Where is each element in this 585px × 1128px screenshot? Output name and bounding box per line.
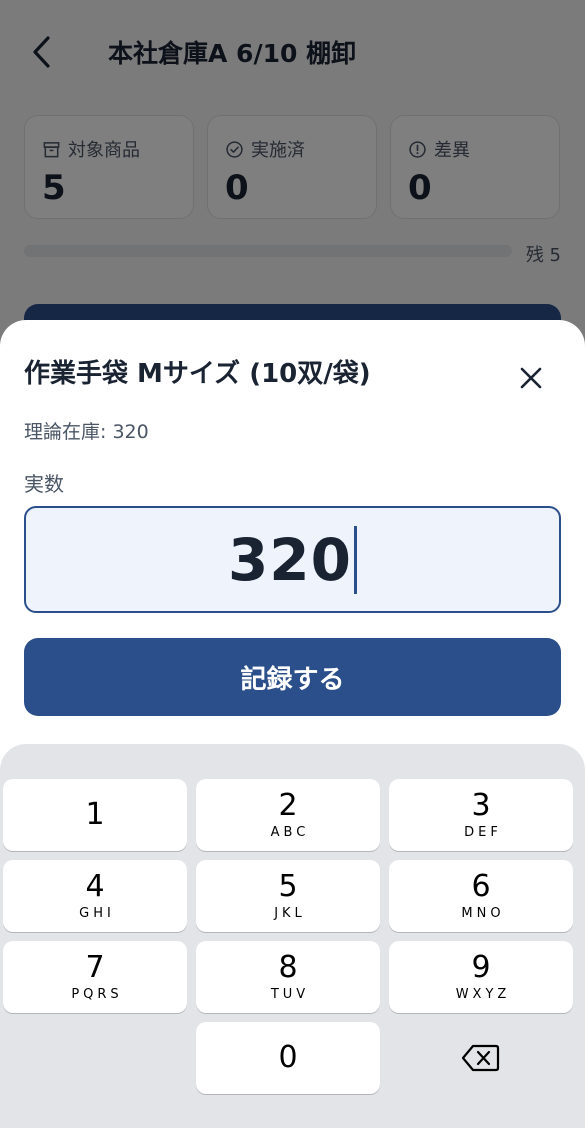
key-digit: 0 xyxy=(278,1040,298,1075)
numeric-keypad: 1 2 ABC 3 DEF 4 GHI 5 JKL 6 MNO 7 PQRS 8… xyxy=(0,744,585,1128)
item-title: 作業手袋 Mサイズ (10双/袋) xyxy=(24,359,371,389)
key-letters: TUV xyxy=(270,987,310,1002)
key-digit: 8 xyxy=(278,950,298,985)
key-letters: WXYZ xyxy=(455,987,511,1002)
key-8[interactable]: 8 TUV xyxy=(196,941,380,1013)
count-field-label: 実数 xyxy=(24,472,64,496)
key-9[interactable]: 9 WXYZ xyxy=(389,941,573,1013)
key-letters: MNO xyxy=(461,906,505,921)
key-2[interactable]: 2 ABC xyxy=(196,779,380,851)
count-input-value: 320 xyxy=(227,525,353,594)
count-input[interactable]: 320 xyxy=(24,506,561,613)
text-cursor xyxy=(354,525,358,594)
delete-key[interactable] xyxy=(389,1022,573,1094)
key-digit: 3 xyxy=(471,788,491,823)
key-7[interactable]: 7 PQRS xyxy=(3,941,187,1013)
key-digit: 2 xyxy=(278,788,298,823)
key-5[interactable]: 5 JKL xyxy=(196,860,380,932)
key-0[interactable]: 0 xyxy=(196,1022,380,1094)
count-sheet: 作業手袋 Mサイズ (10双/袋) 理論在庫: 320 実数 320 記録する … xyxy=(0,320,585,1128)
key-digit: 7 xyxy=(85,950,105,985)
record-button[interactable]: 記録する xyxy=(24,638,561,716)
key-digit: 5 xyxy=(278,869,298,904)
key-digit: 6 xyxy=(471,869,491,904)
key-letters: PQRS xyxy=(71,987,123,1002)
key-6[interactable]: 6 MNO xyxy=(389,860,573,932)
backspace-icon xyxy=(461,1044,500,1072)
key-3[interactable]: 3 DEF xyxy=(389,779,573,851)
key-letters: ABC xyxy=(270,825,310,840)
key-letters: DEF xyxy=(464,825,502,840)
key-1[interactable]: 1 xyxy=(3,779,187,851)
close-icon xyxy=(520,367,542,389)
key-letters: GHI xyxy=(79,906,115,921)
theoretical-stock: 理論在庫: 320 xyxy=(24,421,149,443)
key-letters: JKL xyxy=(274,906,306,921)
key-4[interactable]: 4 GHI xyxy=(3,860,187,932)
key-digit: 1 xyxy=(85,797,105,832)
key-digit: 4 xyxy=(85,869,105,904)
key-digit: 9 xyxy=(471,950,491,985)
close-button[interactable] xyxy=(513,360,549,396)
